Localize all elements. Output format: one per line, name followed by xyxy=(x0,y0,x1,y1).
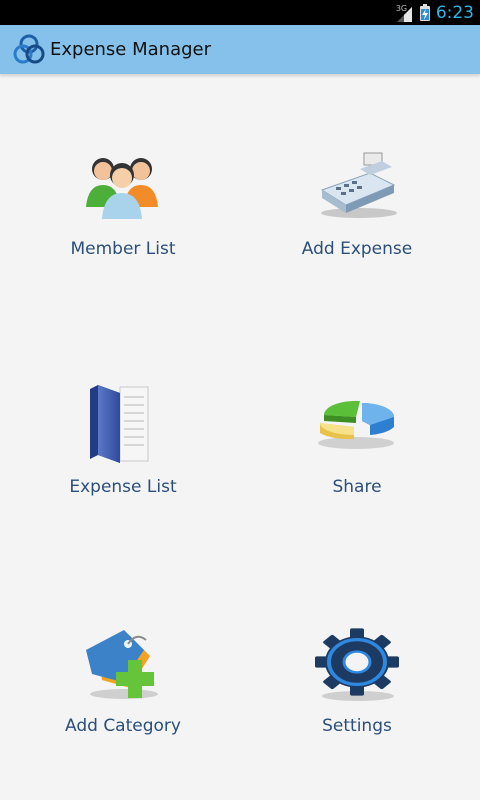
add-tag-icon xyxy=(86,630,158,699)
status-icons: 3G 6:23 xyxy=(394,0,474,25)
binder-icon xyxy=(90,385,149,463)
add-expense-tile[interactable]: Add Expense xyxy=(237,145,477,345)
battery-charging-icon xyxy=(419,4,430,21)
share-tile[interactable]: Share xyxy=(237,383,477,583)
signal-icon: 3G xyxy=(394,3,414,23)
settings-tile[interactable]: Settings xyxy=(237,622,477,800)
member-list-tile[interactable]: Member List xyxy=(3,145,243,345)
app-logo-icon[interactable] xyxy=(11,32,47,68)
status-bar: 3G 6:23 xyxy=(0,0,480,25)
expense-list-tile[interactable]: Expense List xyxy=(3,383,243,583)
tile-label-expense-list: Expense List xyxy=(69,477,177,497)
action-bar: Expense Manager xyxy=(0,25,480,74)
tile-label-share: Share xyxy=(332,477,382,497)
pie-chart-icon xyxy=(318,400,394,449)
tile-label-add-category: Add Category xyxy=(65,716,181,736)
cash-register-icon xyxy=(320,152,397,218)
tile-label-member-list: Member List xyxy=(70,239,176,259)
network-type-label: 3G xyxy=(395,3,408,13)
add-category-tile[interactable]: Add Category xyxy=(3,622,243,800)
clock: 6:23 xyxy=(435,2,474,23)
members-icon xyxy=(86,158,158,219)
gear-icon xyxy=(315,628,399,701)
tile-label-settings: Settings xyxy=(322,716,392,736)
app-title: Expense Manager xyxy=(50,39,212,60)
tile-label-add-expense: Add Expense xyxy=(301,239,413,259)
